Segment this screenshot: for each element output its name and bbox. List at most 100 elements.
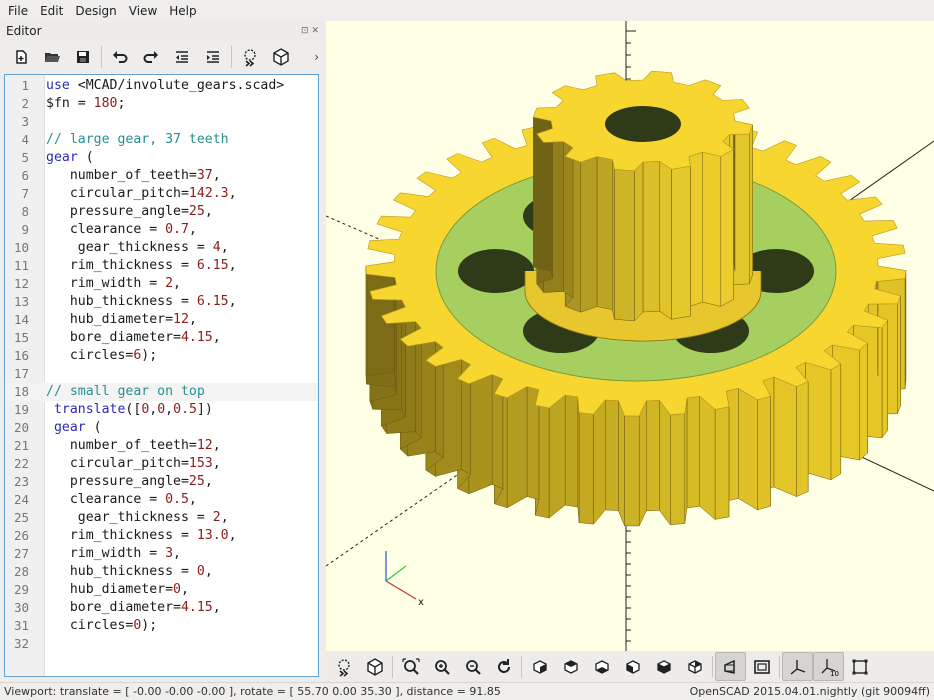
code-line[interactable]: 19 translate([0,0,0.5]) bbox=[5, 401, 318, 419]
menu-view[interactable]: View bbox=[123, 4, 163, 18]
line-number: 14 bbox=[13, 312, 29, 327]
code-line[interactable]: 20 gear ( bbox=[5, 419, 318, 437]
code-line[interactable]: 7 circular_pitch=142.3, bbox=[5, 185, 318, 203]
gear-tooth-side bbox=[624, 415, 640, 527]
menu-file[interactable]: File bbox=[2, 4, 34, 18]
code-line[interactable]: 22 circular_pitch=153, bbox=[5, 455, 318, 473]
code-line[interactable]: 21 number_of_teeth=12, bbox=[5, 437, 318, 455]
undo-icon bbox=[113, 51, 128, 63]
code-line[interactable]: 10 gear_thickness = 4, bbox=[5, 239, 318, 257]
gear-tooth-side bbox=[548, 394, 566, 519]
line-number: 8 bbox=[21, 204, 29, 219]
gear-tooth-side bbox=[564, 394, 579, 508]
code-line[interactable]: 23 pressure_angle=25, bbox=[5, 473, 318, 491]
code-line[interactable]: 1 use <MCAD/involute_gears.scad> bbox=[5, 77, 318, 95]
code-line[interactable]: 5 gear ( bbox=[5, 149, 318, 167]
line-number: 17 bbox=[13, 366, 29, 381]
line-number: 28 bbox=[13, 564, 29, 579]
menu-help[interactable]: Help bbox=[163, 4, 202, 18]
code-line[interactable]: 4 // large gear, 37 teeth bbox=[5, 131, 318, 149]
redo-button[interactable] bbox=[136, 42, 166, 72]
code-line[interactable]: 13 hub_thickness = 6.15, bbox=[5, 293, 318, 311]
code-text: hub_diameter=12, bbox=[46, 312, 197, 327]
render-button[interactable] bbox=[359, 652, 390, 681]
open-file-button[interactable] bbox=[37, 42, 67, 72]
save-button[interactable] bbox=[68, 42, 98, 72]
code-line[interactable]: 14 hub_diameter=12, bbox=[5, 311, 318, 329]
reset-view-button[interactable] bbox=[488, 652, 519, 681]
view-front-button[interactable] bbox=[648, 652, 679, 681]
code-line[interactable]: 29 hub_diameter=0, bbox=[5, 581, 318, 599]
view-all-button[interactable] bbox=[395, 652, 426, 681]
gear-render: x bbox=[326, 21, 934, 651]
code-line[interactable]: 26 rim_thickness = 13.0, bbox=[5, 527, 318, 545]
gear-hole bbox=[458, 249, 534, 293]
3d-viewport[interactable]: x bbox=[326, 21, 934, 651]
perspective-icon bbox=[723, 659, 735, 674]
code-line[interactable]: 8 pressure_angle=25, bbox=[5, 203, 318, 221]
toolbar-separator bbox=[101, 46, 102, 68]
code-line[interactable]: 31 circles=0); bbox=[5, 617, 318, 635]
small-gear-tooth-side bbox=[688, 151, 703, 307]
view-top-button[interactable] bbox=[555, 652, 586, 681]
code-text: clearance = 0.7, bbox=[46, 222, 197, 237]
code-line[interactable]: 18 // small gear on top bbox=[5, 383, 318, 401]
line-number: 10 bbox=[13, 240, 29, 255]
code-line[interactable]: 25 gear_thickness = 2, bbox=[5, 509, 318, 527]
view-left-button[interactable] bbox=[617, 652, 648, 681]
view-right-button[interactable] bbox=[524, 652, 555, 681]
code-line[interactable]: 17 bbox=[5, 365, 318, 383]
code-line[interactable]: 28 hub_thickness = 0, bbox=[5, 563, 318, 581]
code-text: bore_diameter=4.15, bbox=[46, 600, 221, 615]
reset-view-icon bbox=[497, 658, 510, 673]
line-number: 4 bbox=[21, 132, 29, 147]
gear-tooth-side bbox=[670, 413, 686, 526]
code-editor[interactable]: 1 use <MCAD/involute_gears.scad> 2 $fn = 18… bbox=[4, 74, 319, 677]
indent-button[interactable] bbox=[198, 42, 228, 72]
perspective-button[interactable] bbox=[715, 652, 746, 681]
code-line[interactable]: 12 rim_width = 2, bbox=[5, 275, 318, 293]
menu-bar: File Edit Design View Help bbox=[0, 0, 934, 21]
preview-button[interactable] bbox=[328, 652, 359, 681]
toolbar-overflow-button[interactable]: › bbox=[314, 50, 319, 64]
show-edges-button[interactable] bbox=[844, 652, 875, 681]
dock-float-close-icon[interactable]: ⊡ ✕ bbox=[301, 26, 319, 36]
code-line[interactable]: 16 circles=6); bbox=[5, 347, 318, 365]
render-button[interactable] bbox=[266, 42, 296, 72]
undo-button[interactable] bbox=[105, 42, 135, 72]
code-line[interactable]: 2 $fn = 180; bbox=[5, 95, 318, 113]
orthogonal-button[interactable] bbox=[746, 652, 777, 681]
code-line[interactable]: 24 clearance = 0.5, bbox=[5, 491, 318, 509]
show-axes-button[interactable] bbox=[782, 652, 813, 681]
gear-tooth-side bbox=[506, 386, 528, 509]
code-line[interactable]: 27 rim_width = 3, bbox=[5, 545, 318, 563]
code-line[interactable]: 9 clearance = 0.7, bbox=[5, 221, 318, 239]
code-text: rim_thickness = 13.0, bbox=[46, 528, 237, 543]
new-file-button[interactable] bbox=[6, 42, 36, 72]
code-line[interactable]: 30 bore_diameter=4.15, bbox=[5, 599, 318, 617]
zoom-in-button[interactable] bbox=[426, 652, 457, 681]
view-bottom-button[interactable] bbox=[586, 652, 617, 681]
small-gear-tooth-side bbox=[563, 141, 574, 299]
zoom-out-button[interactable] bbox=[457, 652, 488, 681]
code-line[interactable]: 11 rim_thickness = 6.15, bbox=[5, 257, 318, 275]
gear-tooth-side bbox=[830, 363, 842, 481]
view-front-icon bbox=[656, 659, 671, 674]
code-text: gear ( bbox=[46, 150, 94, 165]
line-number: 30 bbox=[13, 600, 29, 615]
menu-design[interactable]: Design bbox=[69, 4, 122, 18]
code-line[interactable]: 15 bore_diameter=4.15, bbox=[5, 329, 318, 347]
code-text: number_of_teeth=12, bbox=[46, 438, 221, 453]
gear-tooth-side bbox=[593, 399, 606, 525]
view-back-button[interactable] bbox=[679, 652, 710, 681]
code-text: circular_pitch=142.3, bbox=[46, 186, 237, 201]
code-line[interactable]: 32 bbox=[5, 635, 318, 653]
unindent-button[interactable] bbox=[167, 42, 197, 72]
code-line[interactable]: 3 bbox=[5, 113, 318, 131]
menu-edit[interactable]: Edit bbox=[34, 4, 69, 18]
code-text: hub_thickness = 6.15, bbox=[46, 294, 237, 309]
gear-tooth-side bbox=[686, 395, 701, 509]
code-line[interactable]: 6 number_of_teeth=37, bbox=[5, 167, 318, 185]
preview-button[interactable] bbox=[235, 42, 265, 72]
show-scale-button[interactable]: 10 bbox=[813, 652, 844, 681]
